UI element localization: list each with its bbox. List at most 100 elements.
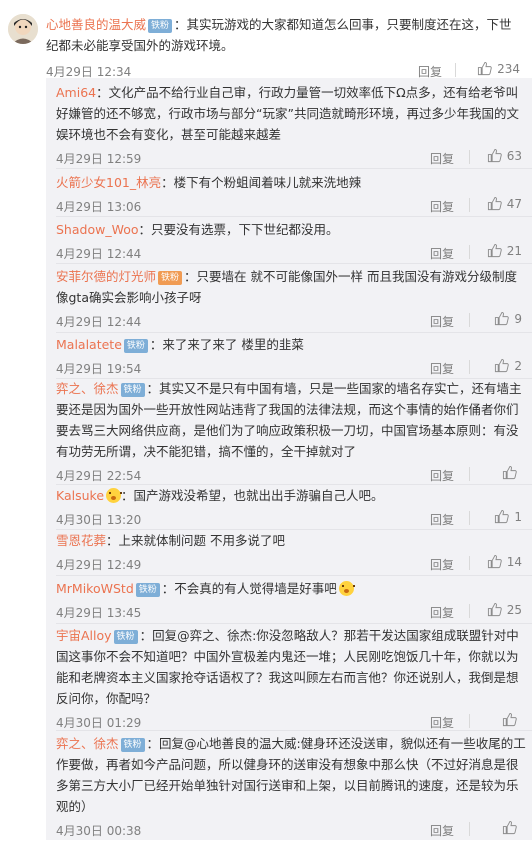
thumbs-up-icon	[495, 358, 510, 373]
reply-text: ：楼下有个粉蛆闻着味儿就来洗地辣	[161, 175, 362, 190]
reply-button[interactable]: 回复	[430, 467, 454, 484]
list-item: Ami64：文化产品不给行业自己审，行政力量管一切效率低下Ω点多，还有给老爷叫好…	[46, 82, 532, 169]
like-button[interactable]: 63	[487, 148, 522, 163]
fan-badge: 铁粉	[148, 19, 173, 33]
reply-username[interactable]: Ami64	[56, 85, 96, 100]
reply-time: 4月30日 13:20	[56, 513, 142, 527]
reply-time: 4月29日 13:06	[56, 200, 142, 214]
list-item: 弈之、徐杰 铁粉 ：回复@心地善良的温大威:健身环还没送审，貌似还有一些收尾的工作要…	[46, 733, 532, 841]
list-item: 宇宙Alloy 铁粉 ：回复@弈之、徐杰:你没忽略敌人？那若干发达国家组成联盟针对中…	[46, 625, 532, 733]
reply-username[interactable]: 宇宙Alloy	[56, 628, 112, 643]
reply-button[interactable]: 回复	[430, 150, 454, 167]
reply-button[interactable]: 回复	[430, 604, 454, 621]
reply-text: ：文化产品不给行业自己审，行政力量管一切效率低下Ω点多，还有给老爷叫好嫌管的还不…	[56, 85, 519, 142]
like-button[interactable]	[502, 465, 522, 480]
reply-time: 4月30日 00:38	[56, 824, 142, 838]
like-count: 63	[506, 148, 522, 163]
fan-badge: 铁粉	[120, 738, 145, 752]
reply-time: 4月29日 12:44	[56, 247, 142, 261]
like-count: 2	[514, 358, 522, 373]
reply-time: 4月29日 12:49	[56, 558, 142, 572]
avatar[interactable]	[8, 14, 38, 44]
list-item: 火箭少女101_林亮：楼下有个粉蛆闻着味儿就来洗地辣 4月29日 13:06 回复…	[46, 172, 532, 217]
divider	[56, 332, 532, 333]
divider	[455, 63, 456, 77]
fan-badge: 铁粉	[120, 383, 145, 397]
divider	[56, 575, 532, 576]
reply-time: 4月29日 12:44	[56, 315, 142, 329]
reply-username[interactable]: Malalatete	[56, 337, 122, 352]
like-button[interactable]	[502, 712, 522, 727]
reply-text: ：不会真的有人觉得墙是好事吧	[161, 581, 337, 596]
reply-username[interactable]: Kalsuke	[56, 488, 104, 503]
divider	[469, 150, 470, 164]
reply-username[interactable]: 火箭少女101_林亮	[56, 175, 161, 190]
thumbs-up-icon	[502, 820, 517, 835]
list-item: 弈之、徐杰 铁粉 ：其实又不是只有中国有墙，只是一些国家的墙名存实亡，还有墙主要还是…	[46, 378, 532, 486]
reply-button[interactable]: 回复	[430, 313, 454, 330]
like-count: 9	[514, 311, 522, 326]
comment-username[interactable]: 心地善良的温大威	[46, 17, 146, 32]
like-count: 234	[497, 61, 520, 76]
reply-username[interactable]: 安菲尔德的灯光师	[56, 269, 156, 284]
list-item: 雪恩花葬：上来就体制问题 不用多说了吧 4月29日 12:49 回复 14	[46, 530, 532, 575]
like-button[interactable]: 1	[494, 509, 522, 524]
like-button[interactable]: 47	[487, 196, 522, 211]
like-button[interactable]: 25	[487, 602, 522, 617]
reply-button[interactable]: 回复	[430, 714, 454, 731]
reply-text: ：只要没有选票，下下世纪都没用。	[138, 222, 339, 237]
reply-time: 4月29日 13:45	[56, 606, 142, 620]
divider	[469, 198, 470, 212]
thumbs-up-icon	[502, 712, 517, 727]
reply-button[interactable]: 回复	[430, 360, 454, 377]
reply-button[interactable]: 回复	[430, 511, 454, 528]
list-item: MrMikoWStd 铁粉 ：不会真的有人觉得墙是好事吧 4月29日 13:45 回复…	[46, 578, 532, 623]
like-button[interactable]: 21	[487, 243, 522, 258]
reply-text: ：来了来了来了 楼里的韭菜	[149, 337, 304, 352]
thumbs-up-icon	[487, 148, 502, 163]
fan-badge: 铁粉	[158, 271, 183, 285]
reply-time: 4月29日 19:54	[56, 362, 142, 376]
like-button[interactable]: 9	[494, 311, 522, 326]
reply-time: 4月30日 01:29	[56, 716, 142, 730]
like-count: 21	[506, 243, 522, 258]
reply-username[interactable]: MrMikoWStd	[56, 581, 134, 596]
like-count: 14	[506, 554, 522, 569]
thumbs-up-icon	[487, 602, 502, 617]
like-button[interactable]: 2	[494, 358, 522, 373]
thumbs-up-icon	[487, 243, 502, 258]
divider	[56, 263, 532, 264]
reply-username[interactable]: 弈之、徐杰	[56, 381, 119, 396]
reply-text: ：上来就体制问题 不用多说了吧	[106, 533, 285, 548]
divider	[469, 511, 470, 525]
reply-username[interactable]: Shadow_Woo	[56, 222, 139, 237]
divider	[469, 604, 470, 618]
divider	[56, 168, 532, 169]
like-button[interactable]: 234	[477, 61, 520, 76]
divider	[469, 556, 470, 570]
thumbs-up-icon	[487, 554, 502, 569]
like-count: 25	[506, 602, 522, 617]
divider	[469, 360, 470, 374]
like-button[interactable]: 14	[487, 554, 522, 569]
reply-time: 4月29日 12:59	[56, 152, 142, 166]
list-item: Kalsuke ：国产游戏没希望，也就出出手游骗自己人吧。 4月30日 13:20…	[46, 485, 532, 530]
like-count: 47	[506, 196, 522, 211]
reply-button[interactable]: 回复	[430, 556, 454, 573]
list-item: Malalatete 铁粉 ：来了来了来了 楼里的韭菜 4月29日 19:54 回复 2	[46, 334, 532, 379]
reply-time: 4月29日 22:54	[56, 469, 142, 483]
main-comment: 心地善良的温大威 铁粉 ：其实玩游戏的大家都知道怎么回事，只要制度还在这，下世纪都未…	[0, 0, 532, 79]
reply-button[interactable]: 回复	[430, 245, 454, 262]
thumbs-up-icon	[487, 196, 502, 211]
thumbs-up-icon	[495, 509, 510, 524]
list-item: 安菲尔德的灯光师 铁粉 ：只要墙在 就不可能像国外一样 而且我国没有游戏分级制度 像…	[46, 266, 532, 332]
reply-username[interactable]: 雪恩花葬	[56, 533, 106, 548]
fan-badge: 铁粉	[123, 339, 148, 353]
like-button[interactable]	[502, 820, 522, 835]
thumbs-up-icon	[495, 311, 510, 326]
thumbs-up-icon	[478, 61, 492, 76]
reply-button[interactable]: 回复	[430, 198, 454, 215]
divider	[469, 245, 470, 259]
reply-username[interactable]: 弈之、徐杰	[56, 736, 119, 751]
reply-button[interactable]: 回复	[430, 822, 454, 839]
